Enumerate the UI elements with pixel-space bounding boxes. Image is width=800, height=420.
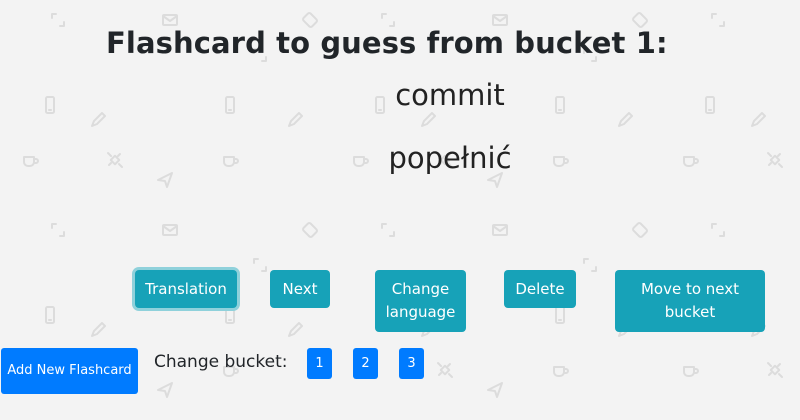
- bucket-1-button[interactable]: 1: [307, 348, 332, 379]
- bucket-3-button[interactable]: 3: [399, 348, 424, 379]
- flashcard-front-word: commit: [395, 78, 505, 112]
- flashcard-translation-word: popełnić: [388, 141, 512, 175]
- add-new-flashcard-button[interactable]: Add New Flashcard: [1, 348, 138, 394]
- bucket-2-button[interactable]: 2: [353, 348, 378, 379]
- change-bucket-label: Change bucket:: [154, 352, 288, 372]
- delete-button[interactable]: Delete: [504, 270, 576, 308]
- change-language-button[interactable]: Change language: [375, 270, 466, 332]
- flashcard-page: Flashcard to guess from bucket 1: commit…: [0, 0, 800, 420]
- translation-button[interactable]: Translation: [135, 270, 237, 308]
- page-title: Flashcard to guess from bucket 1:: [106, 26, 668, 60]
- move-to-next-bucket-button[interactable]: Move to next bucket: [615, 270, 765, 332]
- next-button[interactable]: Next: [270, 270, 330, 308]
